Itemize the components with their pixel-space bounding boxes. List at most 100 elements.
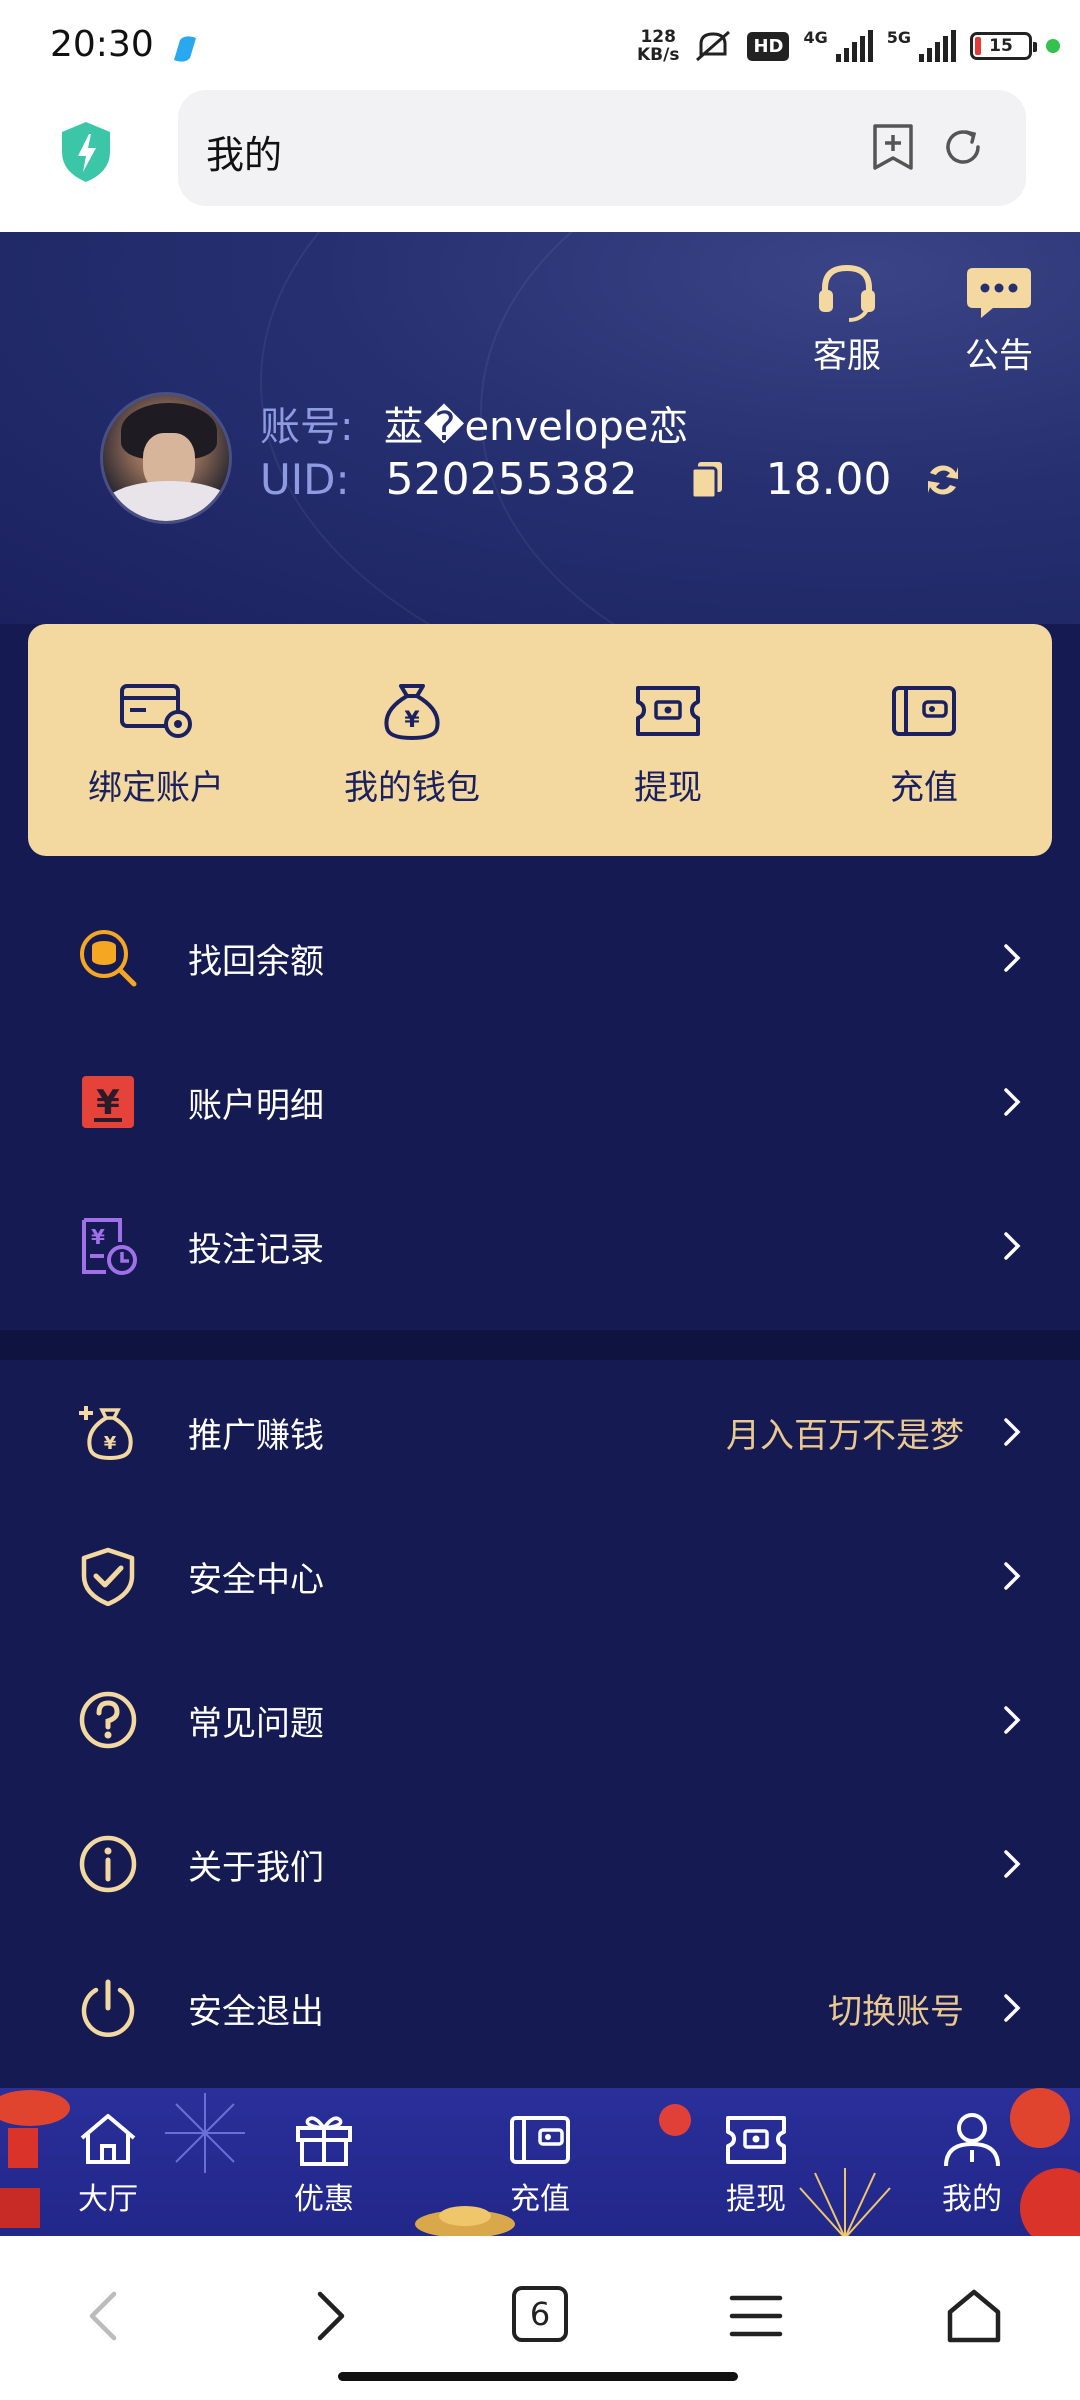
browser-bar: 我的 (0, 90, 1080, 232)
svg-text:¥: ¥ (91, 1225, 105, 1249)
recharge-button[interactable]: 充值 (796, 624, 1052, 856)
customer-service-button[interactable]: 客服 (792, 262, 902, 377)
chevron-right-icon (1004, 1418, 1021, 1446)
menu-section-1: 找回余额 ¥ 账户明细 ¥ 投注记录 (0, 856, 1080, 1330)
tab-lobby[interactable]: 大厅 (0, 2088, 216, 2236)
quick-actions-card: 绑定账户 ¥ 我的钱包 提现 充值 (28, 624, 1052, 856)
account-name: 莁�envelope恋 (383, 404, 689, 450)
bind-account-button[interactable]: 绑定账户 (28, 624, 284, 856)
bottom-tab-bar: 大厅 优惠 充值 提现 我的 (0, 2088, 1080, 2236)
menu-label: 安全中心 (188, 1559, 324, 1600)
privacy-dot (1046, 39, 1060, 53)
gift-icon (296, 2116, 352, 2166)
account-row: 账号: 莁�envelope恋 (260, 394, 688, 452)
user-icon (944, 2113, 1000, 2167)
mute-icon (696, 30, 731, 62)
tab-label: 大厅 (78, 2182, 138, 2217)
menu-section-2: ¥ 推广赚钱 月入百万不是梦 安全中心 常见问题 关于我们 安全退出 切换账号 (0, 1360, 1080, 2088)
refresh-balance-icon[interactable] (922, 459, 964, 501)
menu-item-faq[interactable]: 常见问题 (0, 1648, 1080, 1792)
switch-account-link[interactable]: 切换账号 (828, 1984, 964, 2033)
battery-icon: 15 (970, 32, 1037, 60)
tab-label: 我的 (942, 2182, 1002, 2217)
chevron-right-icon (1004, 1994, 1021, 2022)
app-notification-icon (174, 36, 196, 62)
bind-card-icon (120, 684, 192, 738)
menu-item-about-us[interactable]: 关于我们 (0, 1792, 1080, 1936)
menu-item-recover-balance[interactable]: 找回余额 (0, 886, 1080, 1030)
bet-record-icon: ¥ (82, 1218, 137, 1275)
tab-mine[interactable]: 我的 (864, 2088, 1080, 2236)
tab-label: 充值 (510, 2182, 570, 2217)
menu-item-account-details[interactable]: ¥ 账户明细 (0, 1030, 1080, 1174)
menu-icon[interactable] (726, 2286, 786, 2346)
signal-5g-label: 5G (886, 28, 911, 47)
tab-label: 提现 (726, 2182, 786, 2217)
avatar[interactable] (100, 392, 232, 524)
wallet-icon (892, 686, 956, 736)
tab-promotions[interactable]: 优惠 (216, 2088, 432, 2236)
menu-label: 常见问题 (188, 1703, 324, 1744)
withdraw-button[interactable]: 提现 (540, 624, 796, 856)
add-bookmark-icon[interactable] (870, 122, 916, 172)
money-bag-icon: ¥ (384, 684, 440, 741)
reload-icon[interactable] (940, 124, 986, 170)
svg-text:¥: ¥ (104, 1433, 117, 1454)
promotion-tagline: 月入百万不是梦 (726, 1415, 964, 1456)
chevron-right-icon (1004, 1706, 1021, 1734)
uid-value: 520255382 (385, 454, 638, 505)
uid-row: UID: 520255382 18.00 (260, 454, 964, 505)
chevron-right-icon (1004, 1850, 1021, 1878)
headset-icon (819, 264, 875, 322)
notice-label: 公告 (965, 336, 1033, 376)
chevron-right-icon (1004, 1232, 1021, 1260)
status-bar: 20:30 128 KB/s HD 4G 5G 15 (0, 0, 1080, 90)
tab-recharge[interactable]: 充值 (432, 2088, 648, 2236)
wallet-icon (510, 2116, 570, 2164)
power-icon (81, 1979, 135, 2037)
signal-5g-icon (919, 30, 956, 62)
chevron-right-icon (1004, 1088, 1021, 1116)
menu-item-bet-records[interactable]: ¥ 投注记录 (0, 1174, 1080, 1318)
recharge-label: 充值 (890, 768, 958, 808)
address-bar[interactable]: 我的 (178, 90, 1026, 206)
menu-label: 推广赚钱 (188, 1415, 324, 1456)
tabs-button[interactable]: 6 (512, 2286, 568, 2342)
shield-icon[interactable] (58, 120, 114, 184)
menu-label: 投注记录 (188, 1229, 324, 1270)
home-icon[interactable] (944, 2286, 1004, 2346)
section-divider (0, 1330, 1080, 1360)
notice-button[interactable]: 公告 (944, 262, 1054, 377)
bind-account-label: 绑定账户 (88, 768, 224, 808)
tab-withdraw[interactable]: 提现 (648, 2088, 864, 2236)
menu-item-promotion[interactable]: ¥ 推广赚钱 月入百万不是梦 (0, 1360, 1080, 1504)
tab-count: 6 (529, 2295, 551, 2333)
my-wallet-label: 我的钱包 (344, 768, 480, 808)
home-icon (80, 2114, 136, 2164)
forward-icon[interactable] (298, 2286, 358, 2346)
copy-icon[interactable] (690, 460, 724, 500)
menu-label: 账户明细 (188, 1085, 324, 1126)
money-bag-plus-icon: ¥ (79, 1406, 133, 1461)
shield-check-icon (81, 1547, 135, 1606)
menu-item-logout[interactable]: 安全退出 切换账号 (0, 1936, 1080, 2080)
withdraw-ticket-icon (636, 686, 700, 736)
info-icon (79, 1835, 137, 1893)
profile-header: 客服 公告 账号: 莁�envelope恋 UID: 520255382 18.… (0, 232, 1080, 624)
back-icon[interactable] (76, 2286, 136, 2346)
menu-item-security-center[interactable]: 安全中心 (0, 1504, 1080, 1648)
ledger-icon: ¥ (82, 1076, 134, 1128)
hd-badge: HD (747, 31, 790, 61)
status-time: 20:30 (50, 24, 154, 65)
gesture-bar[interactable] (338, 2372, 738, 2381)
menu-label: 关于我们 (188, 1847, 324, 1888)
svg-text:¥: ¥ (404, 708, 420, 733)
chat-bubble-icon (967, 268, 1031, 318)
coin-search-icon (80, 930, 137, 987)
my-wallet-button[interactable]: ¥ 我的钱包 (284, 624, 540, 856)
chevron-right-icon (1004, 944, 1021, 972)
question-icon (79, 1691, 137, 1749)
customer-service-label: 客服 (813, 336, 881, 376)
account-label: 账号: (260, 404, 354, 450)
address-text[interactable]: 我的 (206, 124, 282, 179)
